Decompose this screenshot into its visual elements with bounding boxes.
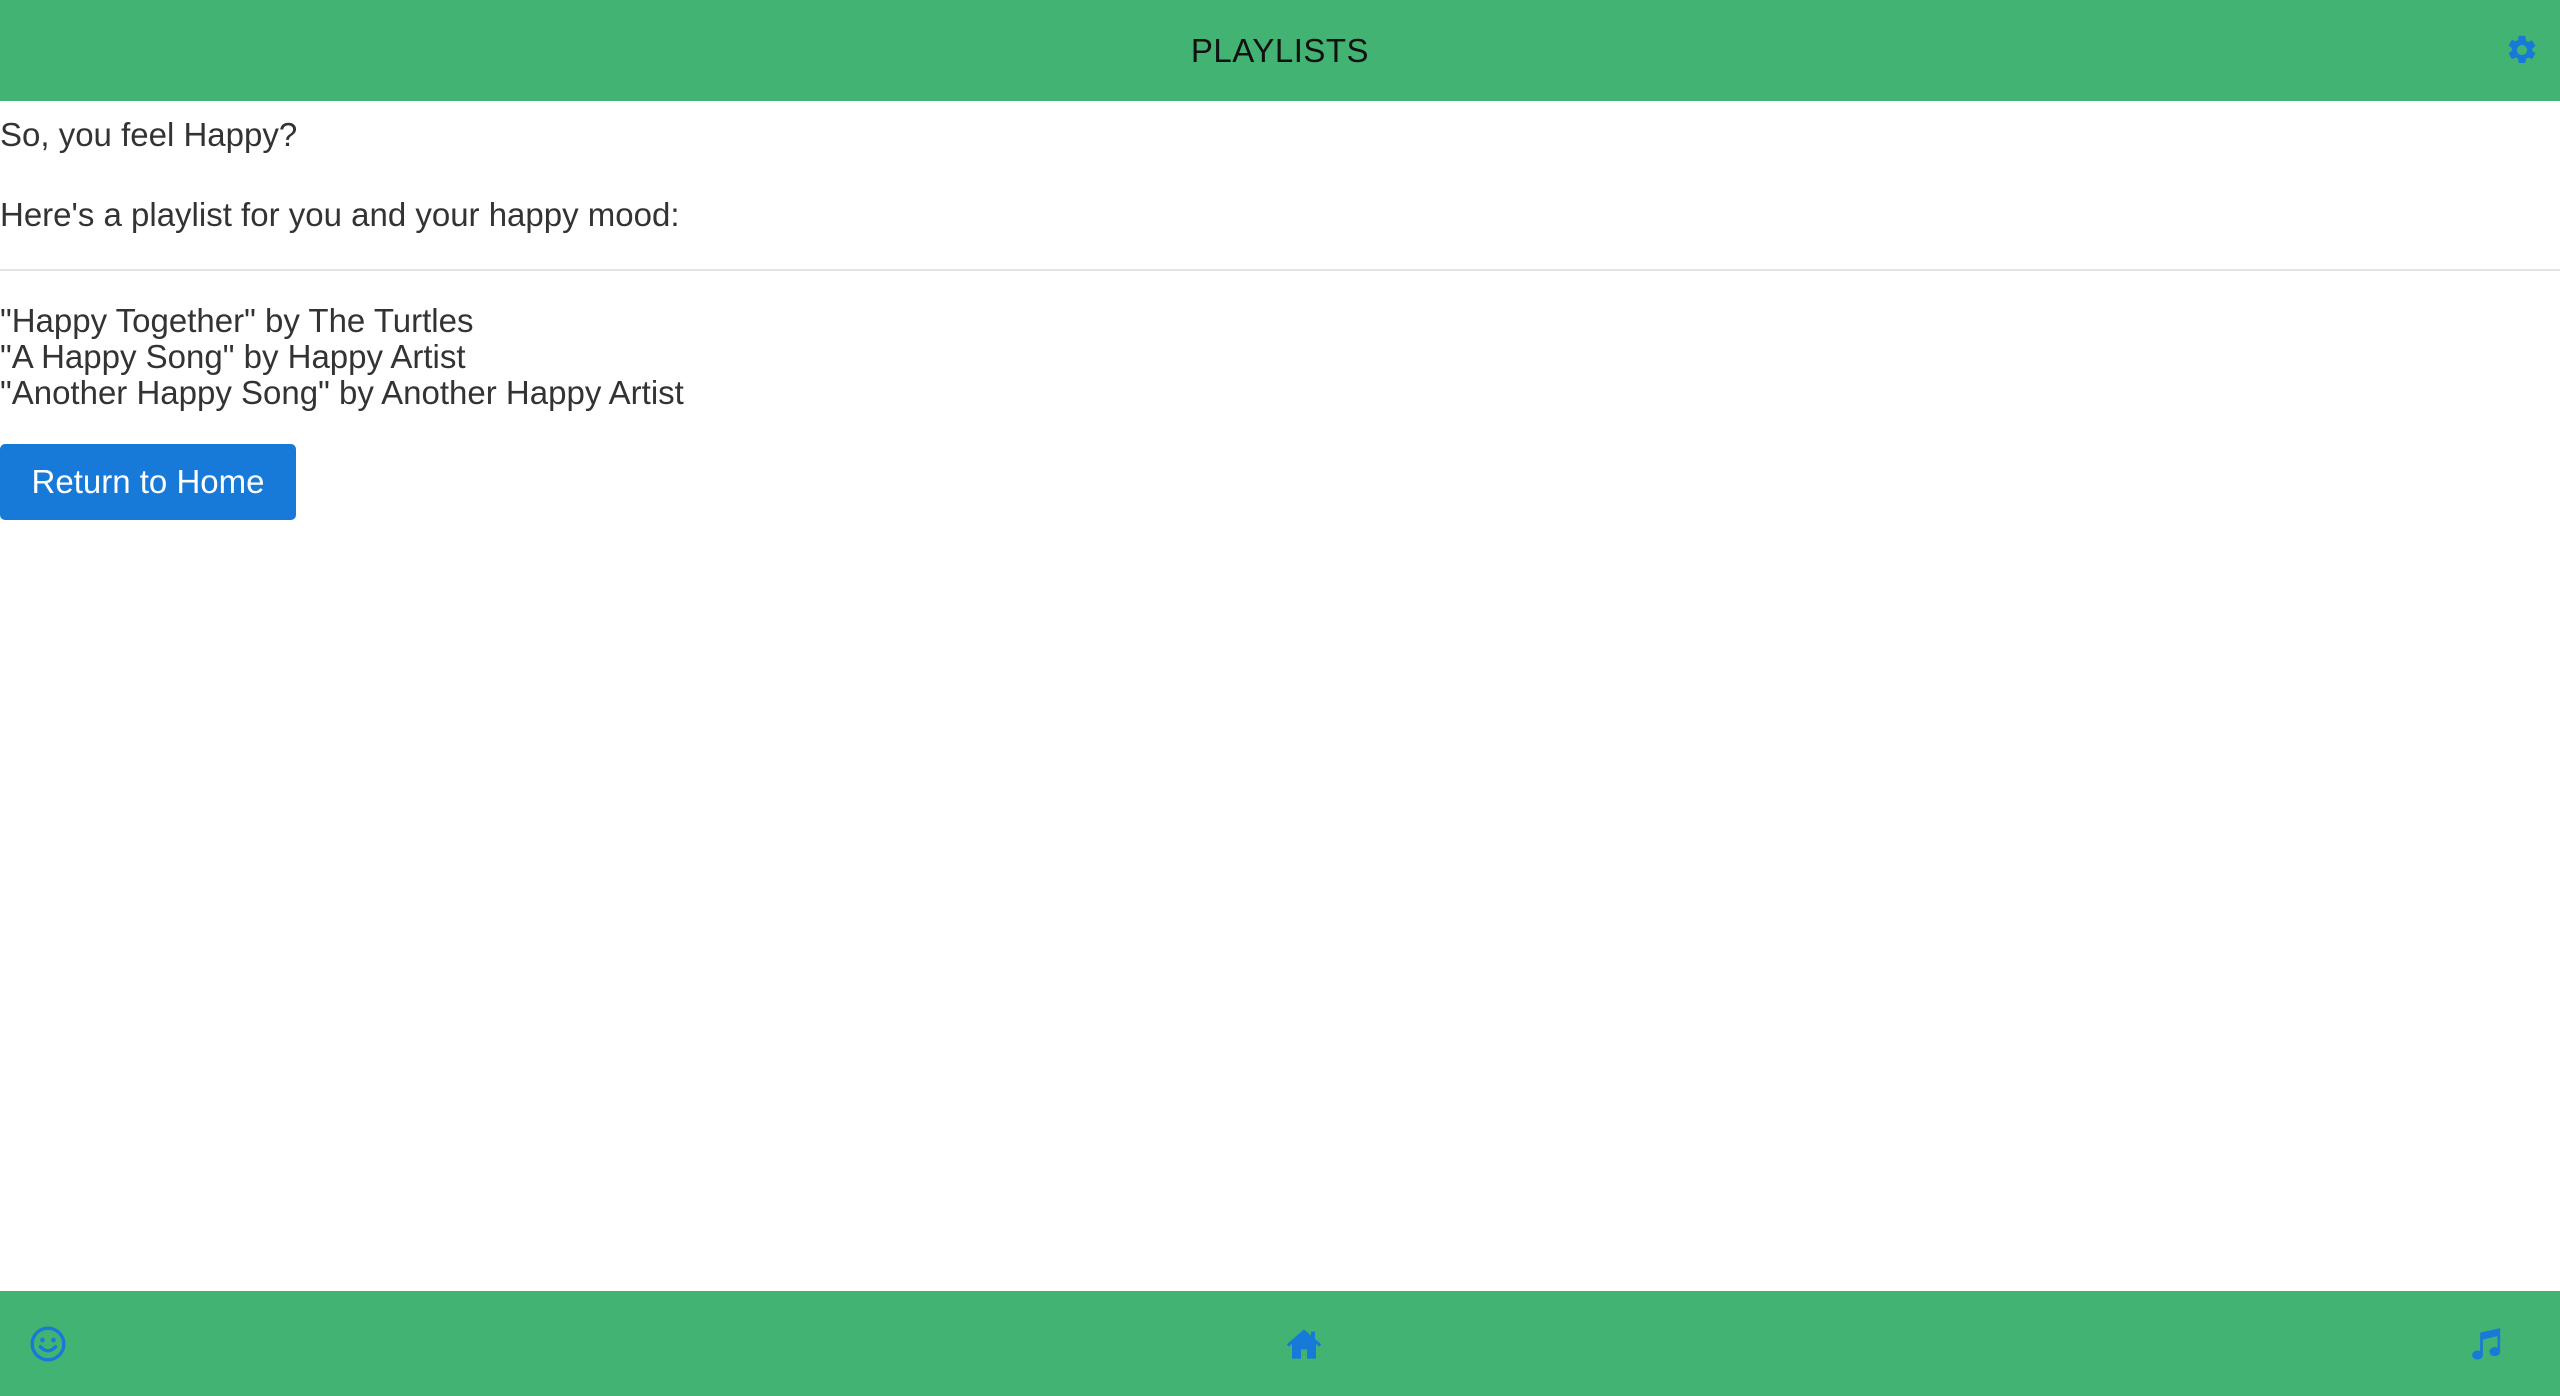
page-title: PLAYLISTS — [1190, 32, 1370, 69]
mood-question: So, you feel Happy? — [0, 116, 298, 153]
list-item: "A Happy Song" by Happy Artist — [0, 338, 466, 375]
list-item: "Happy Together" by The Turtles — [0, 302, 474, 339]
playlist-intro: Here's a playlist for you and your happy… — [0, 196, 680, 233]
list-item: "Another Happy Song" by Another Happy Ar… — [0, 374, 684, 411]
music-note-icon[interactable] — [2466, 1324, 2506, 1364]
song-list: "Happy Together" by The Turtles "A Happy… — [0, 303, 684, 411]
top-bar: PLAYLISTS — [0, 0, 2560, 101]
divider — [0, 269, 2560, 271]
smiley-icon[interactable] — [28, 1324, 68, 1364]
home-icon[interactable] — [1284, 1324, 1324, 1364]
bottom-nav — [0, 1291, 2560, 1396]
gear-icon[interactable] — [2505, 33, 2539, 67]
return-home-button[interactable]: Return to Home — [0, 444, 296, 520]
